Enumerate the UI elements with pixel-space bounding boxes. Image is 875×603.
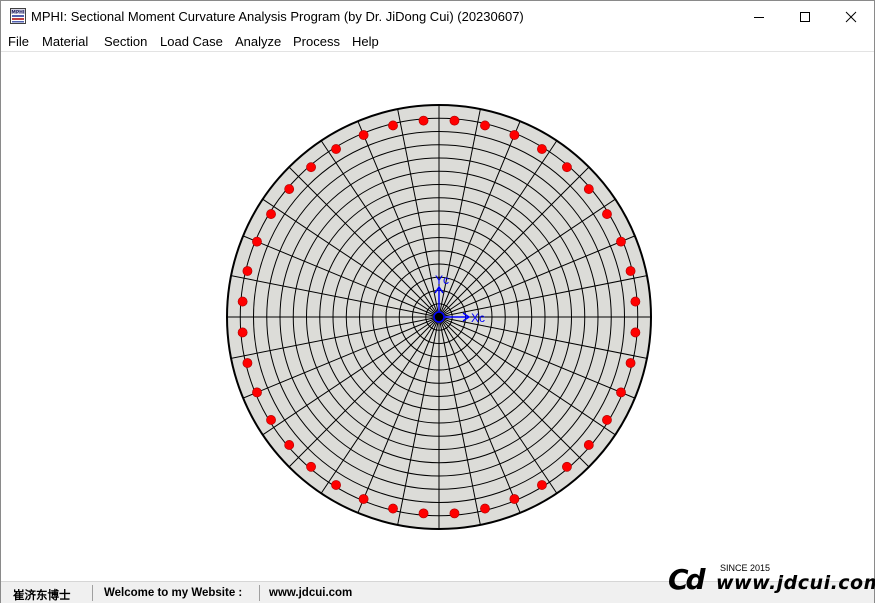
rebar-dot — [358, 494, 369, 504]
rebar-dot — [331, 480, 341, 490]
x-axis-label: Xc — [471, 311, 485, 325]
logo-url: www.jdcui.com — [716, 572, 875, 594]
status-separator — [259, 585, 260, 601]
rebar-dot — [266, 209, 276, 219]
rebar-dot — [306, 461, 316, 472]
rebar-dot — [449, 115, 460, 126]
svg-text:MPHI: MPHI — [11, 10, 25, 16]
status-welcome: Welcome to my Website : — [104, 587, 243, 599]
status-author: 崔济东博士 — [13, 590, 71, 602]
rebar-dot — [537, 144, 547, 154]
rebar-dot — [388, 503, 398, 514]
close-icon — [845, 11, 857, 22]
rebar-dot — [358, 130, 369, 140]
menu-analyze[interactable]: Analyze — [235, 34, 281, 49]
menu-file[interactable]: File — [8, 34, 29, 49]
rebar-dot — [449, 508, 460, 519]
rebar-dot — [616, 236, 626, 247]
rebar-dot — [583, 184, 594, 194]
rebar-dot — [418, 508, 429, 519]
rebar-dot — [306, 162, 316, 173]
title-bar[interactable]: MPHI MPHI: Sectional Moment Curvature An… — [1, 1, 874, 32]
rebar-dot — [537, 480, 547, 490]
rebar-dot — [630, 327, 641, 338]
rebar-dot — [583, 440, 594, 450]
rebar-dot — [625, 358, 636, 368]
app-icon: MPHI — [10, 8, 26, 24]
rebar-dot — [237, 327, 248, 338]
rebar-dot — [602, 209, 612, 219]
rebar-dot — [418, 115, 429, 126]
rebar-dot — [242, 266, 253, 276]
rebar-dot — [284, 184, 295, 194]
menu-process[interactable]: Process — [293, 34, 340, 49]
jdcui-logo: Cd SINCE 2015 www.jdcui.com — [668, 559, 875, 599]
rebar-dot — [252, 387, 262, 398]
menu-load-case[interactable]: Load Case — [160, 34, 223, 49]
rebar-dot — [331, 144, 341, 154]
maximize-button[interactable] — [782, 1, 828, 32]
rebar-dot — [562, 162, 572, 173]
rebar-dot — [625, 266, 636, 276]
rebar-dot — [509, 130, 520, 140]
rebar-dot — [284, 440, 295, 450]
rebar-dot — [480, 503, 490, 514]
window-title: MPHI: Sectional Moment Curvature Analysi… — [31, 9, 524, 24]
menu-material[interactable]: Material — [42, 34, 88, 49]
rebar-dot — [480, 120, 490, 131]
rebar-dot — [616, 387, 626, 398]
menu-section[interactable]: Section — [104, 34, 147, 49]
rebar-dot — [252, 236, 262, 247]
centroid-marker — [433, 311, 445, 323]
rebar-dot — [562, 461, 572, 472]
menu-bar: File Material Section Load Case Analyze … — [1, 32, 874, 52]
maximize-icon — [800, 11, 810, 22]
y-axis-label: Yc — [435, 273, 449, 287]
rebar-dot — [602, 415, 612, 425]
close-button[interactable] — [828, 1, 874, 32]
menu-help[interactable]: Help — [352, 34, 379, 49]
section-canvas[interactable]: Xc Yc — [1, 53, 874, 581]
rebar-dot — [630, 296, 641, 307]
rebar-dot — [509, 494, 520, 504]
app-window: MPHI MPHI: Sectional Moment Curvature An… — [0, 0, 875, 603]
rebar-dot — [266, 415, 276, 425]
status-separator — [92, 585, 93, 601]
minimize-button[interactable] — [736, 1, 782, 32]
status-website-link[interactable]: www.jdcui.com — [269, 587, 352, 599]
logo-mark: Cd — [668, 563, 706, 596]
rebar-dot — [237, 296, 248, 307]
rebar-dot — [388, 120, 398, 131]
circular-section-drawing[interactable]: Xc Yc — [1, 53, 874, 581]
minimize-icon — [754, 16, 764, 18]
rebar-dot — [242, 358, 253, 368]
